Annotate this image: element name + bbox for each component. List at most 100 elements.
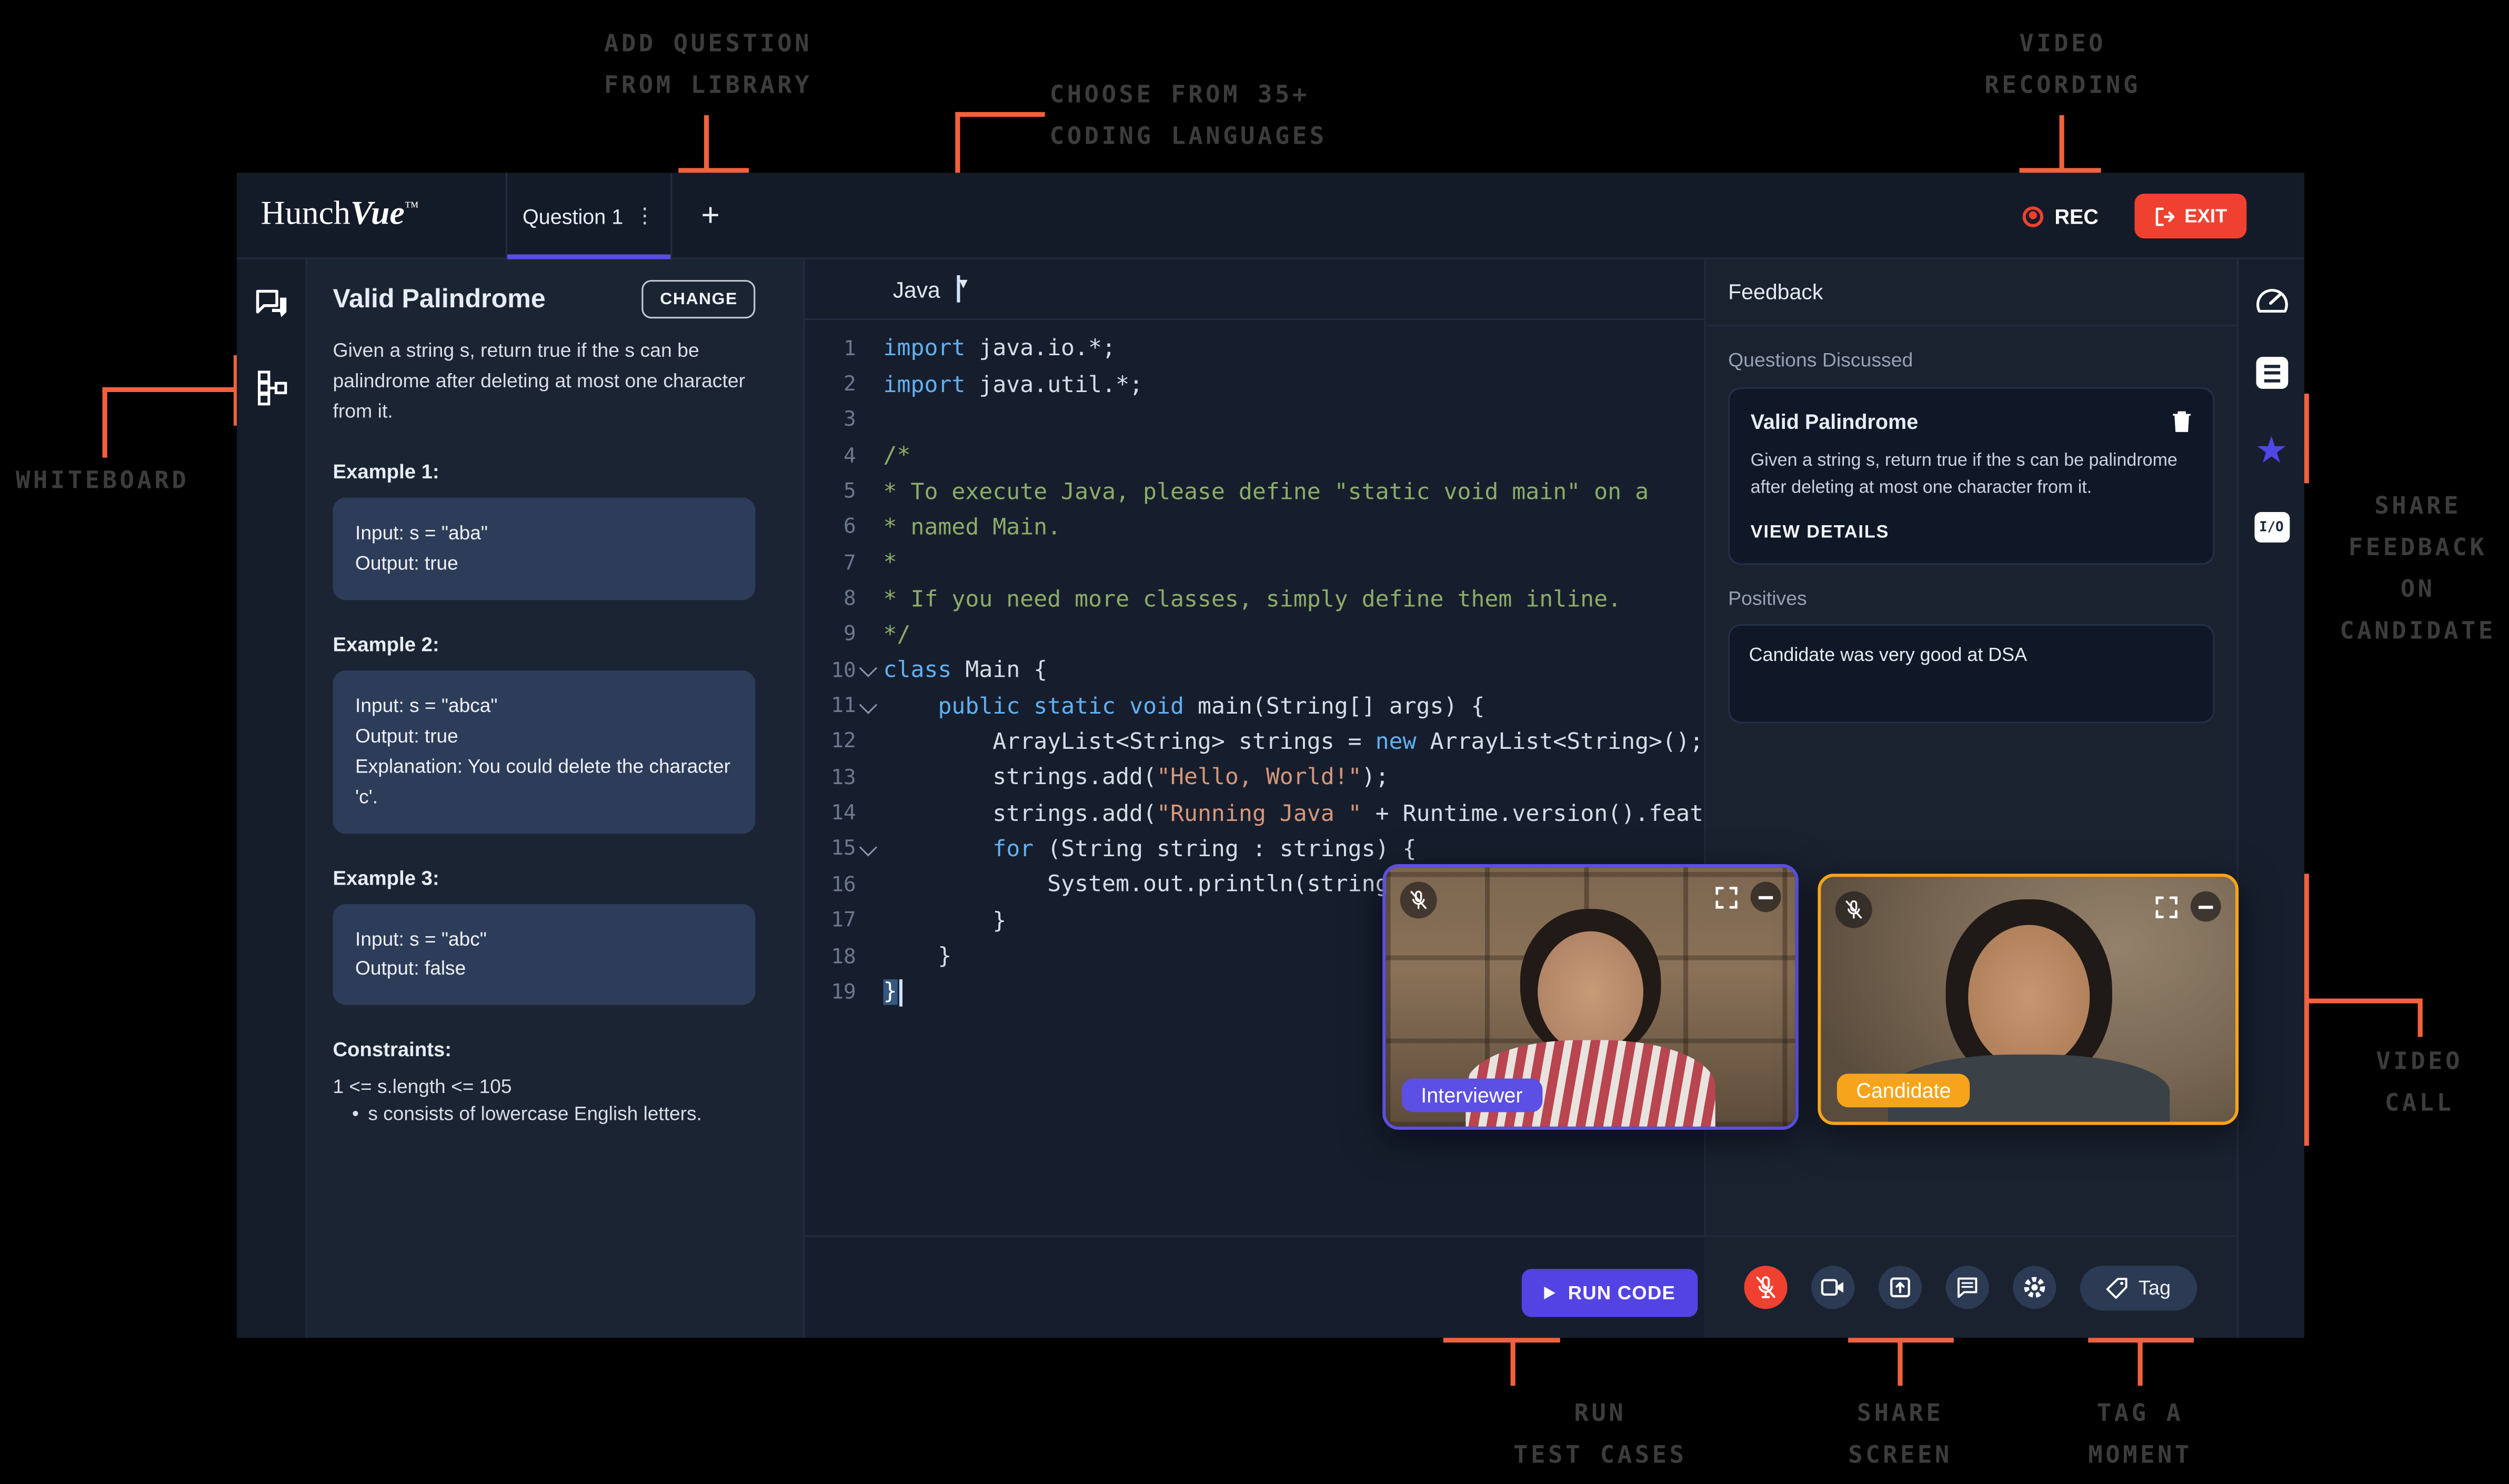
exit-button[interactable]: EXIT [2134,194,2246,238]
run-code-button[interactable]: RUN CODE [1522,1269,1698,1317]
tag-icon [2106,1276,2129,1299]
fullscreen-icon[interactable] [1715,886,1738,908]
play-icon [1544,1287,1555,1299]
left-toolbar [237,259,307,1338]
annotation-video-call: VIDEOCALL [2340,1040,2500,1124]
share-screen-button[interactable] [1879,1266,1922,1309]
tab-question-1[interactable]: Question 1 ⋮ [506,173,672,259]
code-line[interactable]: 10class Main { [805,653,1704,689]
io-icon[interactable]: I/O [2254,512,2289,543]
connector-run-tests-bar [1443,1338,1560,1342]
code-line[interactable]: 7* [805,546,1704,581]
mic-muted-icon[interactable] [1400,881,1437,918]
connector-share-feedback-line [2304,394,2309,483]
feedback-title: Feedback [1706,259,2237,327]
code-line[interactable]: 8* If you need more classes, simply defi… [805,581,1704,617]
code-line[interactable]: 15 for (String string : strings) { [805,832,1704,868]
connector-video-call-edge [2304,874,2309,1146]
annotation-whiteboard: WHITEBOARD [0,459,205,501]
logout-icon [2154,206,2175,227]
connector-run-tests-stub [1511,1338,1515,1386]
constraint-bullet: s consists of lowercase English letters. [333,1103,755,1126]
minimize-icon[interactable] [1751,881,1781,912]
code-line[interactable]: 2import java.util.*; [805,367,1704,403]
mute-microphone-button[interactable] [1744,1266,1787,1309]
connector-recording-bar [2020,168,2101,173]
view-details-link[interactable]: VIEW DETAILS [1751,523,2192,542]
annotation-choose-languages: CHOOSE FROM 35+CODING LANGUAGES [1050,74,1418,157]
candidate-badge: Candidate [1837,1074,1970,1107]
code-line[interactable]: 5* To execute Java, please define "stati… [805,474,1704,510]
interviewer-badge: Interviewer [1402,1079,1542,1112]
positives-input[interactable]: Candidate was very good at DSA [1728,624,2214,723]
connector-share-screen-stub [1898,1338,1902,1386]
question-discussed-card: Valid Palindrome Given a string s, retur… [1728,387,2214,564]
example-1-label: Example 1: [333,461,755,484]
positives-label: Positives [1728,587,2214,609]
whiteboard-icon[interactable] [255,369,287,406]
code-line[interactable]: 12 ArrayList<String> strings = new Array… [805,725,1704,760]
code-line[interactable]: 14 strings.add("Running Java " + Runtime… [805,796,1704,832]
interviewer-video[interactable]: Interviewer [1382,864,1799,1130]
example-line: Output: true [355,549,733,579]
fullscreen-icon[interactable] [2155,895,2178,918]
code-line[interactable]: 4/* [805,438,1704,474]
minimize-icon[interactable] [2191,891,2221,922]
example-line: Input: s = "aba" [355,519,733,549]
notes-icon[interactable] [2255,357,2287,389]
connector-recording-line [2060,115,2064,169]
chevron-down-icon[interactable]: ▼ [956,275,959,303]
chat-icon[interactable] [254,288,289,322]
connector-add-question-bar [678,168,749,173]
code-line[interactable]: 11 public static void main(String[] args… [805,689,1704,725]
example-line: Input: s = "abc" [355,924,733,954]
connector-tag-stub [2138,1338,2142,1386]
annotation-add-question: ADD QUESTIONFROM LIBRARY [576,23,840,106]
annotation-run-test-cases: RUNTEST CASES [1488,1392,1712,1476]
annotation-share-screen: SHARESCREEN [1792,1392,2009,1476]
call-controls: Tag [1704,1236,2237,1338]
example-1-box: Input: s = "aba" Output: true [333,498,755,600]
top-bar: HunchVue™ Question 1 ⋮ + REC EXIT [237,173,2304,259]
settings-icon[interactable] [2013,1266,2056,1309]
connector-add-question-line [704,115,708,169]
chat-button[interactable] [1946,1266,1989,1309]
card-title: Valid Palindrome [1751,409,1919,434]
feedback-star-icon[interactable]: ★ [2255,432,2288,469]
tab-label: Question 1 [523,204,623,228]
tag-moment-button[interactable]: Tag [2080,1265,2197,1310]
mic-muted-icon[interactable] [1835,891,1872,928]
speedometer-icon[interactable] [2254,286,2289,314]
connector-whiteboard-vertical [103,387,107,458]
code-line[interactable]: 1import java.io.*; [805,331,1704,367]
example-3-label: Example 3: [333,867,755,889]
code-line[interactable]: 3 [805,403,1704,438]
camera-button[interactable] [1811,1266,1854,1309]
language-select[interactable]: Java [893,276,940,302]
page: ADD QUESTIONFROM LIBRARY CHOOSE FROM 35+… [0,0,2509,1484]
annotation-video-recording: VIDEORECORDING [1968,23,2157,106]
change-question-button[interactable]: CHANGE [643,280,755,318]
example-line: Input: s = "abca" [355,691,733,721]
code-line[interactable]: 6* named Main. [805,510,1704,546]
add-question-tab-button[interactable]: + [685,173,736,259]
code-line[interactable]: 9*/ [805,617,1704,653]
annotation-tag-moment: TAG AMOMENT [2032,1392,2249,1476]
candidate-video[interactable]: Candidate [1818,874,2239,1125]
connector-choose-horizontal [955,112,1045,117]
tab-menu-icon[interactable]: ⋮ [634,203,655,229]
exit-label: EXIT [2184,205,2227,227]
constraint-main: 1 <= s.length <= 105 [333,1076,755,1099]
editor-header: Java ▼ [805,259,1704,320]
app-window: HunchVue™ Question 1 ⋮ + REC EXIT [237,173,2304,1338]
recording-indicator: REC [2023,173,2099,259]
delete-icon[interactable] [2171,409,2192,434]
constraints-label: Constraints: [333,1039,755,1062]
right-toolbar: ★ I/O [2237,259,2304,1338]
card-description: Given a string s, return true if the s c… [1751,448,2192,502]
record-icon [2023,206,2044,227]
question-panel: Valid Palindrome CHANGE Given a string s… [307,259,805,1338]
code-line[interactable]: 13 strings.add("Hello, World!"); [805,760,1704,796]
connector-video-call-branch [2304,998,2421,1002]
connector-video-call-stub [2418,998,2422,1037]
